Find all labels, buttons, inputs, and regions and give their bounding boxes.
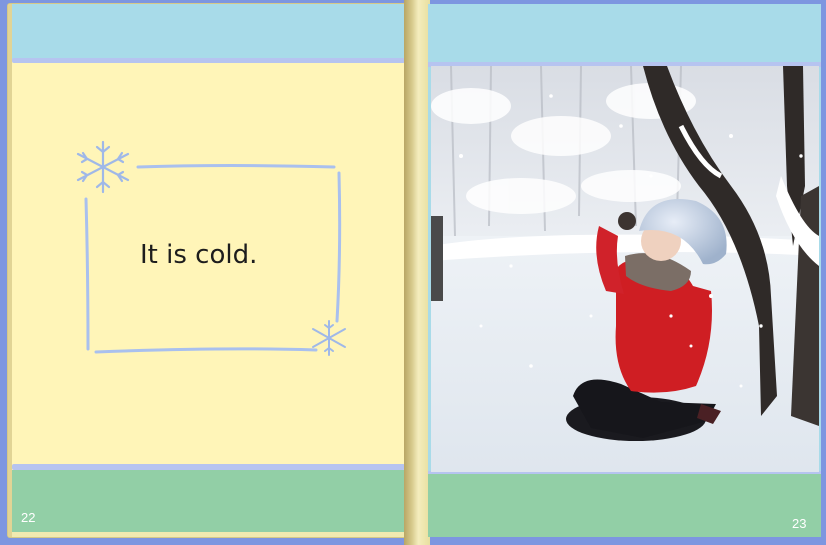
grass-band <box>428 474 821 537</box>
book-spread: It is cold. 22 23 <box>0 0 826 545</box>
grass-band <box>12 470 405 532</box>
story-text: It is cold. <box>140 240 258 270</box>
top-rule <box>12 58 405 63</box>
snowflake-icon <box>76 140 130 194</box>
snowflake-icon <box>312 320 346 356</box>
child-in-snow-photo <box>431 66 819 472</box>
page-number-left: 22 <box>21 510 36 525</box>
sky-band <box>12 4 405 60</box>
book-gutter <box>404 0 430 545</box>
page-number-right: 23 <box>792 516 807 531</box>
